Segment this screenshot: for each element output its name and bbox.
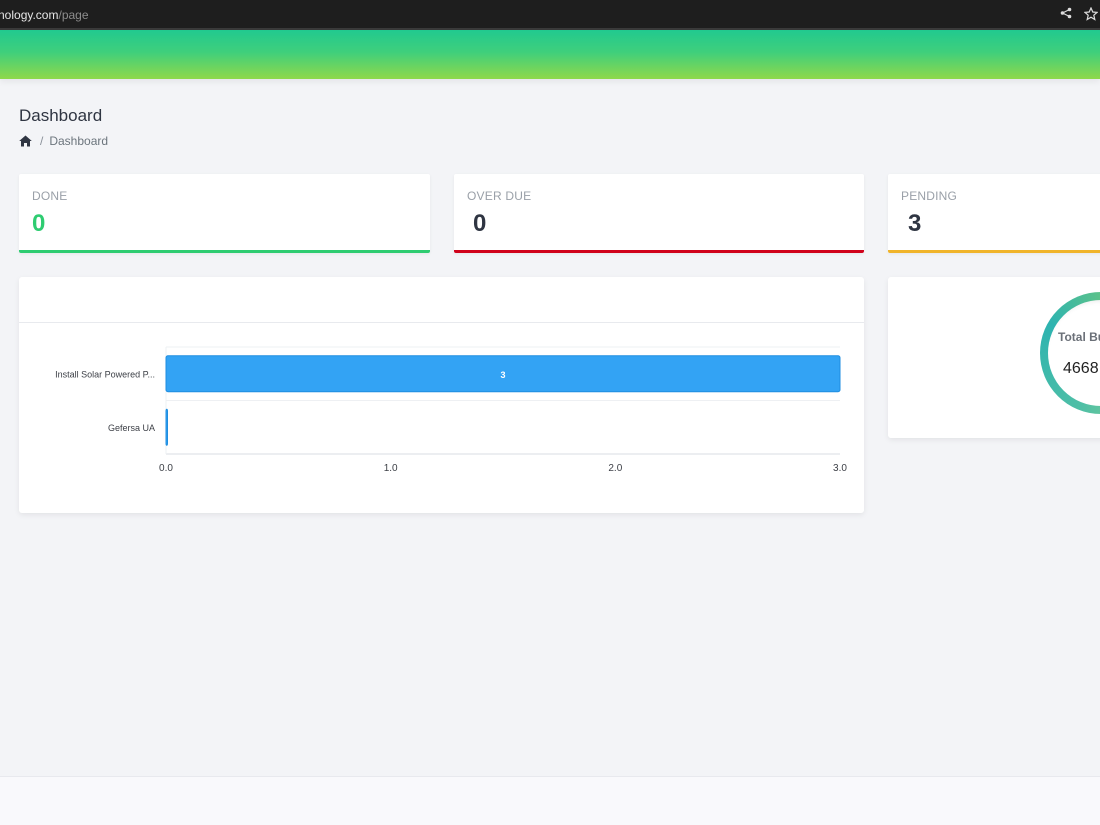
stat-card-done[interactable]: DONE 0	[19, 174, 430, 253]
page-title: Dashboard	[19, 106, 103, 125]
x-tick-label: 3.0	[833, 463, 847, 474]
footer	[0, 776, 1100, 825]
stat-value: 3	[908, 210, 922, 237]
breadcrumb-current: Dashboard	[49, 134, 109, 148]
breadcrumb: / Dashboard	[19, 134, 108, 148]
budget-title: Total Bu	[1058, 330, 1100, 344]
stat-label: DONE	[32, 189, 68, 203]
budget-ring-inner	[1048, 300, 1100, 406]
stat-accent-bar	[888, 250, 1100, 253]
star-icon[interactable]	[1083, 6, 1099, 21]
home-icon[interactable]	[19, 135, 32, 147]
stat-card-pending[interactable]: PENDING 3	[888, 174, 1100, 253]
stat-card-over-due[interactable]: OVER DUE 0	[454, 174, 864, 253]
url-path: /page	[58, 8, 89, 22]
x-tick-label: 1.0	[384, 463, 398, 474]
stat-accent-bar	[454, 250, 864, 253]
url-host: nology.com	[0, 8, 59, 22]
browser-bar: nology.com/page	[0, 0, 1100, 30]
breadcrumb-separator: /	[40, 134, 44, 148]
address-bar[interactable]: nology.com/page	[0, 8, 89, 22]
bar-chart: Install Solar Powered P... 3 Gefersa UA 0.0…	[55, 346, 847, 474]
category-label: Install Solar Powered P...	[55, 369, 155, 379]
bar	[165, 408, 168, 446]
x-tick-label: 0.0	[159, 463, 173, 474]
category-label: Gefersa UA	[108, 423, 155, 433]
data-label: 3	[500, 370, 505, 380]
x-tick-label: 2.0	[608, 463, 622, 474]
chart-card: Install Solar Powered P... 3 Gefersa UA 0.0…	[19, 277, 864, 513]
stat-value: 0	[473, 210, 487, 237]
budget-value: 4668	[1063, 360, 1099, 377]
share-icon[interactable]	[1059, 7, 1073, 21]
stat-value: 0	[32, 210, 46, 237]
stat-accent-bar	[19, 250, 430, 253]
budget-card: Total Bu 4668	[888, 277, 1100, 438]
budget-ring	[1040, 292, 1100, 414]
stat-label: OVER DUE	[467, 189, 532, 203]
stat-label: PENDING	[901, 189, 958, 203]
top-navbar	[0, 30, 1100, 79]
